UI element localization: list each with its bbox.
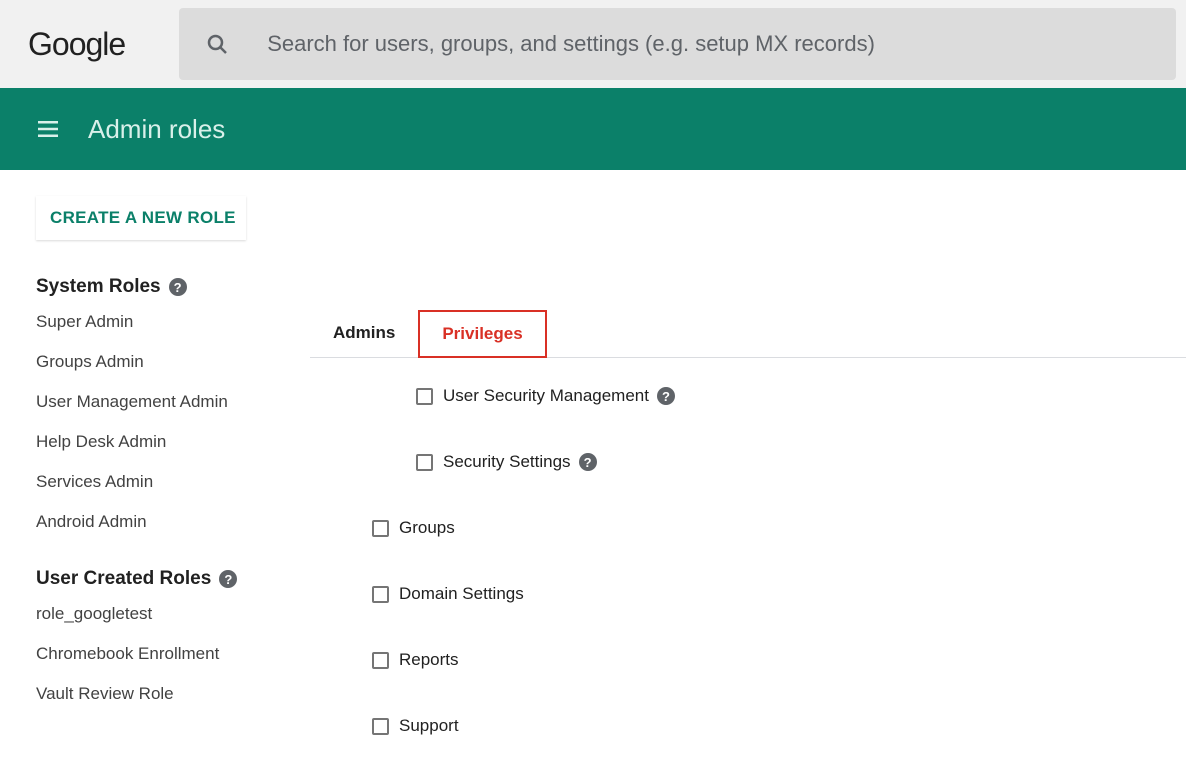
privilege-label: User Security Management (443, 386, 649, 406)
sidebar-item-groups-admin[interactable]: Groups Admin (36, 352, 290, 372)
user-roles-list: role_googletest Chromebook Enrollment Va… (36, 604, 290, 704)
sidebar-item-chromebook-enrollment[interactable]: Chromebook Enrollment (36, 644, 290, 664)
system-roles-list: Super Admin Groups Admin User Management… (36, 312, 290, 532)
sidebar-item-help-desk-admin[interactable]: Help Desk Admin (36, 432, 290, 452)
system-roles-title: System Roles (36, 276, 161, 298)
privilege-label: Support (399, 716, 459, 736)
privileges-list: User Security Management ? Security Sett… (310, 358, 1186, 736)
privilege-user-security-management: User Security Management ? (310, 386, 1186, 406)
privilege-reports: Reports (310, 650, 1186, 670)
help-icon[interactable]: ? (219, 570, 237, 588)
checkbox[interactable] (416, 388, 433, 405)
search-input[interactable] (267, 31, 1150, 57)
privilege-label: Groups (399, 518, 455, 538)
search-icon (205, 32, 229, 56)
checkbox[interactable] (372, 652, 389, 669)
sidebar-item-services-admin[interactable]: Services Admin (36, 472, 290, 492)
help-icon[interactable]: ? (169, 278, 187, 296)
sidebar: CREATE A NEW ROLE System Roles ? Super A… (0, 196, 310, 782)
sidebar-item-super-admin[interactable]: Super Admin (36, 312, 290, 332)
sidebar-item-role-googletest[interactable]: role_googletest (36, 604, 290, 624)
tab-admins[interactable]: Admins (310, 310, 418, 358)
google-logo: Google (28, 26, 125, 63)
system-roles-header: System Roles ? (36, 276, 290, 298)
page-title: Admin roles (88, 114, 225, 145)
main-panel: Admins Privileges User Security Manageme… (310, 196, 1186, 782)
sidebar-item-vault-review-role[interactable]: Vault Review Role (36, 684, 290, 704)
top-bar: Google (0, 0, 1186, 88)
checkbox[interactable] (372, 586, 389, 603)
privilege-label: Domain Settings (399, 584, 524, 604)
privilege-security-settings: Security Settings ? (310, 452, 1186, 472)
checkbox[interactable] (372, 718, 389, 735)
user-roles-header: User Created Roles ? (36, 568, 290, 590)
sidebar-item-android-admin[interactable]: Android Admin (36, 512, 290, 532)
help-icon[interactable]: ? (579, 453, 597, 471)
tab-privileges[interactable]: Privileges (418, 310, 546, 358)
admin-banner: Admin roles (0, 88, 1186, 170)
menu-icon[interactable] (36, 117, 60, 141)
checkbox[interactable] (372, 520, 389, 537)
privilege-domain-settings: Domain Settings (310, 584, 1186, 604)
privilege-groups: Groups (310, 518, 1186, 538)
create-new-role-button[interactable]: CREATE A NEW ROLE (36, 196, 246, 240)
help-icon[interactable]: ? (657, 387, 675, 405)
user-roles-title: User Created Roles (36, 568, 211, 590)
content: CREATE A NEW ROLE System Roles ? Super A… (0, 170, 1186, 782)
checkbox[interactable] (416, 454, 433, 471)
tabs: Admins Privileges (310, 310, 1186, 358)
privilege-label: Reports (399, 650, 459, 670)
search-box[interactable] (179, 8, 1176, 80)
privilege-label: Security Settings (443, 452, 571, 472)
privilege-support: Support (310, 716, 1186, 736)
sidebar-item-user-management-admin[interactable]: User Management Admin (36, 392, 290, 412)
